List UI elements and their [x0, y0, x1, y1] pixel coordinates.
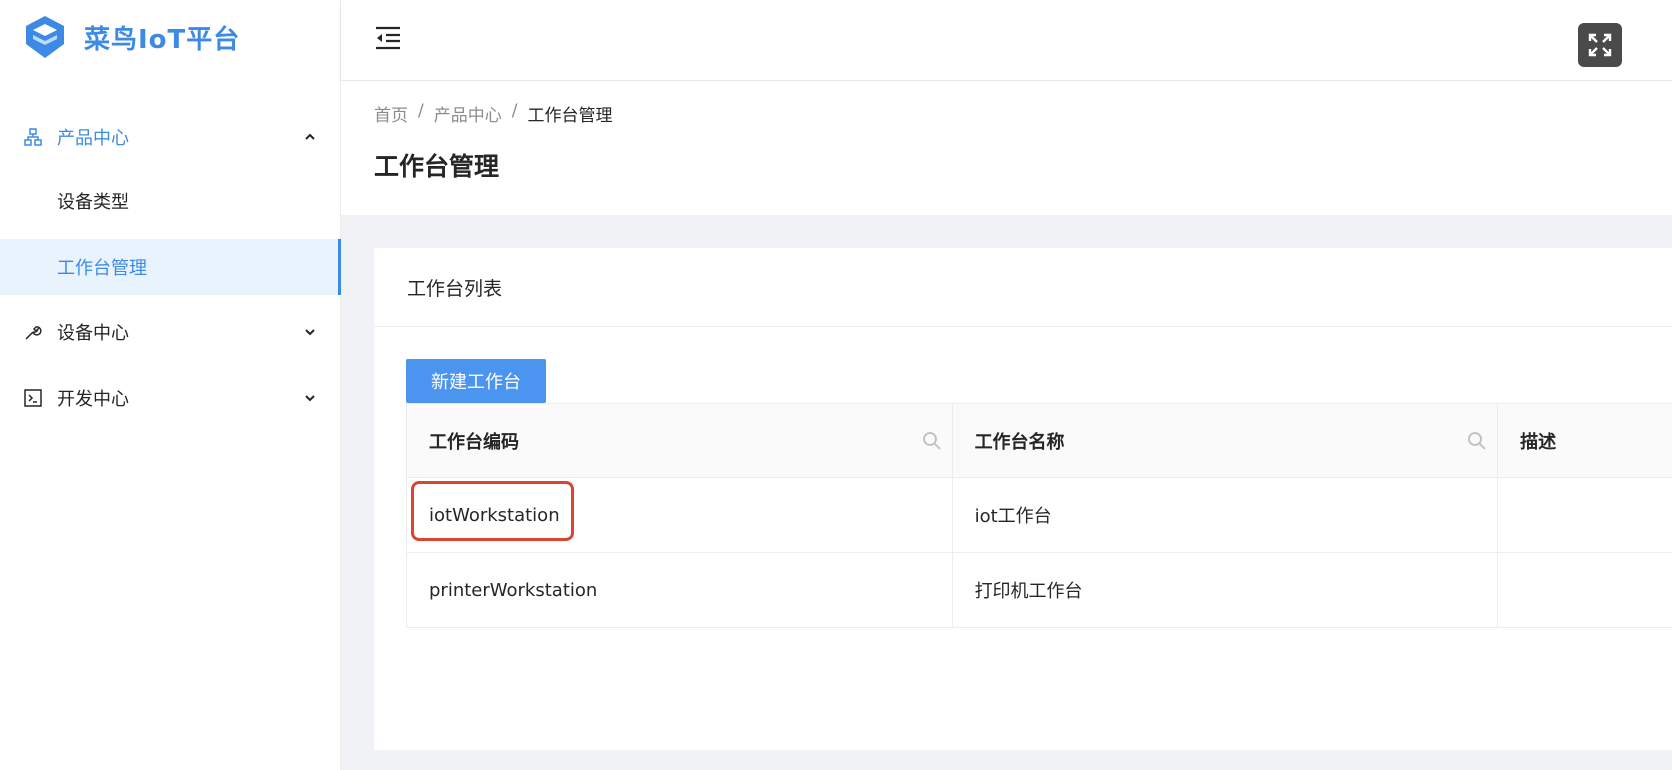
- menu-product-center[interactable]: 产品中心: [0, 109, 341, 165]
- breadcrumb-separator: /: [418, 101, 424, 121]
- new-workstation-button[interactable]: 新建工作台: [406, 359, 546, 403]
- top-header: [341, 0, 1672, 80]
- card-title: 工作台列表: [374, 248, 1672, 327]
- logo-text: 菜鸟IoT平台: [84, 24, 241, 55]
- table-row[interactable]: iotWorkstation iot工作台: [407, 478, 1672, 553]
- menu-fold-icon[interactable]: [374, 25, 402, 51]
- breadcrumb-current: 工作台管理: [527, 106, 613, 126]
- cell-code-text: iotWorkstation: [429, 504, 560, 526]
- column-header-name: 工作台名称: [953, 404, 1499, 477]
- search-icon[interactable]: [922, 431, 942, 451]
- column-header-code: 工作台编码: [407, 404, 953, 477]
- column-header-desc: 描述: [1498, 404, 1672, 477]
- menu-device-center-label: 设备中心: [57, 323, 129, 344]
- main-area: 首页 / 产品中心 / 工作台管理 工作台管理 工作台列表 新建工作台 工作台编…: [341, 0, 1672, 770]
- workstation-table: 工作台编码 工作台名称 描述 iotWorkstation iot工作台 pri…: [406, 403, 1672, 628]
- table-header-row: 工作台编码 工作台名称 描述: [407, 403, 1672, 478]
- app-root: 菜鸟IoT平台 产品中心 设备类型 工作台管理 设备中心 开发中心 首页 / 产…: [0, 0, 1672, 770]
- chevron-down-icon: [305, 329, 315, 336]
- breadcrumb-product-center[interactable]: 产品中心: [434, 101, 502, 126]
- sidebar-item-workstation-manage[interactable]: 工作台管理: [0, 239, 342, 295]
- workstation-list-card: 工作台列表 新建工作台 工作台编码 工作台名称 描述 iotWorkstatio…: [374, 248, 1672, 750]
- breadcrumb-home[interactable]: 首页: [374, 101, 408, 126]
- cell-code-text: printerWorkstation: [429, 579, 598, 601]
- chevron-down-icon: [305, 395, 315, 402]
- menu-dev-center-label: 开发中心: [57, 389, 129, 410]
- menu-device-center[interactable]: 设备中心: [0, 304, 341, 360]
- page-title: 工作台管理: [374, 152, 500, 181]
- column-header-label: 工作台编码: [429, 431, 519, 453]
- cell-desc: [1498, 478, 1672, 552]
- cell-name: iot工作台: [953, 478, 1499, 552]
- page-header: 首页 / 产品中心 / 工作台管理 工作台管理: [341, 81, 1672, 215]
- sitemap-icon: [24, 128, 42, 146]
- fullscreen-icon: [1588, 33, 1612, 57]
- sidebar-item-device-type[interactable]: 设备类型: [0, 173, 341, 229]
- menu-product-center-label: 产品中心: [57, 128, 129, 149]
- logo-icon: [26, 16, 64, 58]
- menu-dev-center[interactable]: 开发中心: [0, 370, 341, 426]
- column-header-label: 描述: [1520, 431, 1557, 453]
- sidebar-item-label: 设备类型: [57, 192, 129, 213]
- logo[interactable]: 菜鸟IoT平台: [22, 14, 240, 60]
- search-icon[interactable]: [1467, 431, 1487, 451]
- cell-name: 打印机工作台: [953, 553, 1499, 627]
- wrench-icon: [24, 323, 42, 341]
- sidebar-item-label: 工作台管理: [57, 258, 147, 279]
- cell-desc: [1498, 553, 1672, 627]
- sidebar: 菜鸟IoT平台 产品中心 设备类型 工作台管理 设备中心 开发中心: [0, 0, 342, 770]
- cell-code: printerWorkstation: [407, 553, 953, 627]
- breadcrumb: 首页 / 产品中心 / 工作台管理: [374, 101, 612, 126]
- chevron-up-icon: [305, 133, 315, 140]
- fullscreen-button[interactable]: [1578, 23, 1622, 67]
- column-header-label: 工作台名称: [974, 431, 1065, 453]
- table-row[interactable]: printerWorkstation 打印机工作台: [407, 553, 1672, 628]
- breadcrumb-separator: /: [511, 101, 518, 121]
- cell-code: iotWorkstation: [407, 478, 953, 552]
- terminal-icon: [24, 389, 42, 407]
